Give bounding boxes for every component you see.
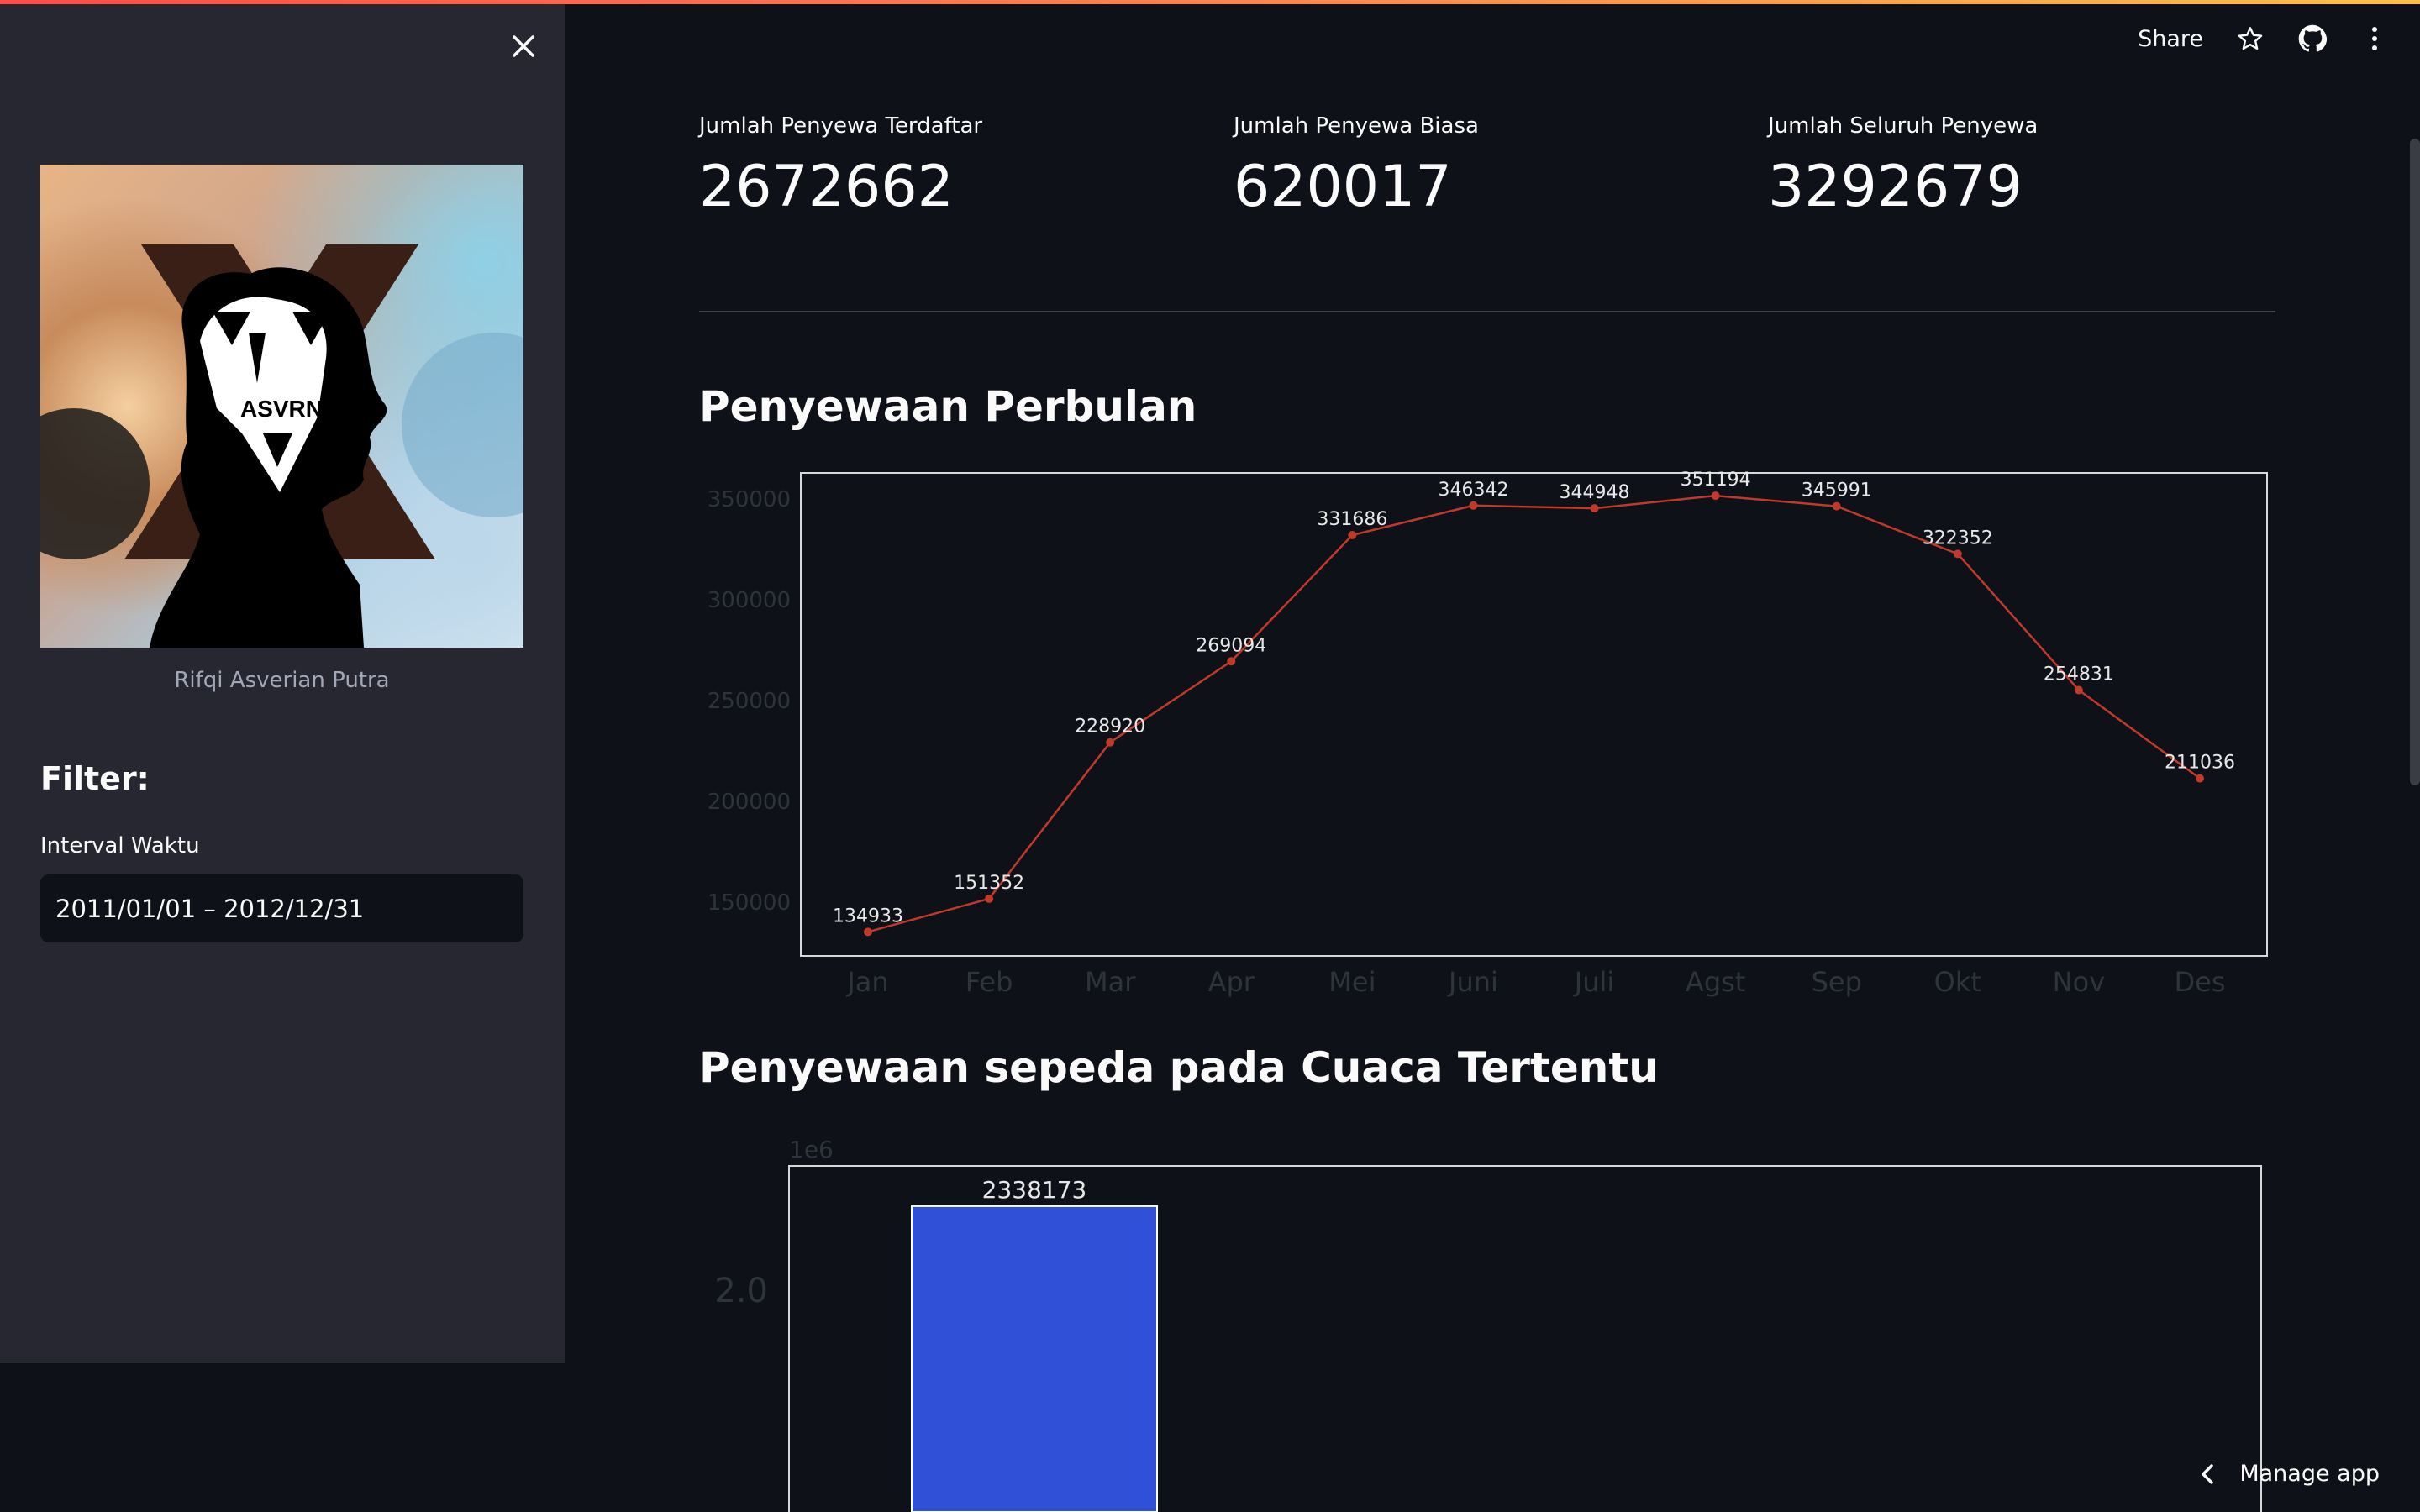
y-tick-label: 250000	[708, 689, 791, 714]
data-point	[1469, 501, 1478, 510]
x-tick-label: Feb	[965, 966, 1013, 998]
y-tick-label: 300000	[708, 588, 791, 613]
data-point	[2196, 774, 2204, 783]
data-label: 254831	[2044, 664, 2114, 685]
data-point	[1227, 657, 1236, 666]
data-label: 211036	[2165, 753, 2235, 774]
x-tick-label: Mar	[1085, 966, 1136, 998]
data-label: 134933	[833, 906, 903, 927]
line-series	[867, 494, 2201, 933]
data-point	[1832, 501, 1841, 511]
x-tick-label: Jan	[845, 966, 888, 998]
data-point	[1711, 491, 1720, 501]
x-tick-label: Nov	[2053, 966, 2105, 998]
data-label: 345991	[1802, 480, 1872, 501]
x-tick-label: Juli	[1573, 966, 1615, 998]
x-tick-label: Agst	[1686, 966, 1745, 998]
chevron-left-icon	[2202, 1463, 2214, 1484]
charts-layer: 150000 200000 250000 300000 350000 Jan Feb Mar A…	[708, 470, 2268, 1512]
data-point	[1590, 504, 1599, 513]
data-point	[2074, 685, 2083, 695]
data-point	[864, 927, 872, 937]
y-tick-label: 350000	[708, 487, 791, 512]
y-tick-label: 200000	[708, 790, 791, 815]
line-chart: 150000 200000 250000 300000 350000 Jan Feb Mar A…	[708, 470, 2235, 998]
data-label: 331686	[1317, 509, 1387, 530]
manage-app-label: Manage app	[2239, 1461, 2380, 1487]
x-tick-label: Mei	[1328, 966, 1376, 998]
data-label: 322352	[1923, 528, 1993, 549]
data-label: 351194	[1681, 470, 1751, 491]
x-tick-label: Okt	[1934, 966, 1981, 998]
scrollbar[interactable]	[2410, 139, 2420, 785]
x-tick-label: Apr	[1208, 966, 1255, 998]
data-label: 344948	[1560, 482, 1630, 503]
bar-chart: 1e6 2.0 2338173	[714, 1136, 1158, 1512]
bar	[911, 1205, 1158, 1512]
x-tick-label: Juni	[1447, 966, 1498, 998]
data-label: 269094	[1196, 635, 1266, 656]
data-label: 346342	[1438, 480, 1508, 501]
axis-offset-label: 1e6	[789, 1136, 834, 1163]
data-point	[1953, 549, 1962, 559]
x-tick-label: Des	[2175, 966, 2226, 998]
x-tick-label: Sep	[1812, 966, 1862, 998]
data-point	[985, 894, 994, 903]
manage-app-button[interactable]: Manage app	[2199, 1461, 2380, 1487]
y-tick-label: 150000	[708, 890, 791, 916]
data-point	[1348, 530, 1357, 539]
bar-value-label: 2338173	[982, 1176, 1087, 1204]
data-point	[1106, 738, 1115, 747]
y-tick-label: 2.0	[714, 1272, 768, 1310]
data-label: 151352	[954, 873, 1024, 894]
data-label: 228920	[1075, 717, 1145, 738]
